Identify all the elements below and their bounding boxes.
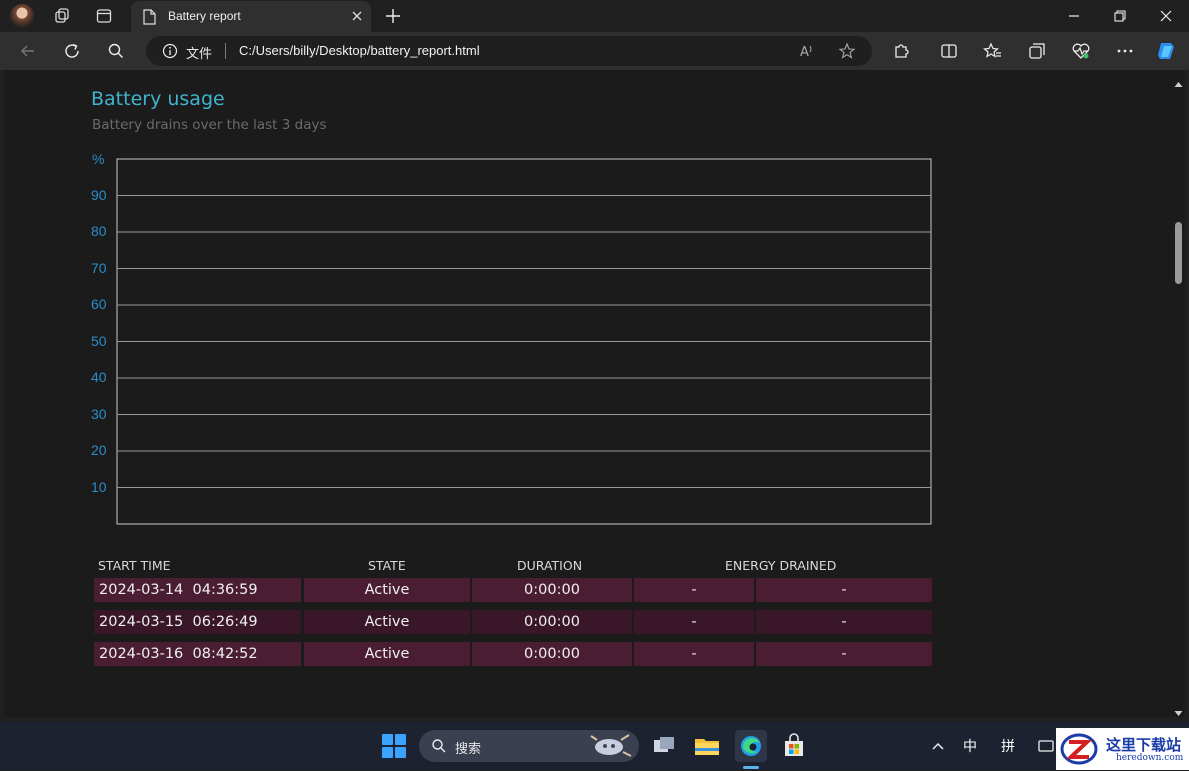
start-time-cell: 2024-03-14 04:36:59 xyxy=(94,578,301,602)
energy-percent-cell: - xyxy=(634,610,754,634)
energy-mwh-cell: - xyxy=(756,578,932,602)
start-date: 2024-03-15 xyxy=(99,614,184,630)
display-icon[interactable] xyxy=(1036,730,1056,762)
taskbar: 搜索 中 拼 xyxy=(0,722,1189,770)
edge-browser-icon[interactable] xyxy=(735,730,767,762)
url-divider xyxy=(225,43,226,59)
taskbar-search[interactable]: 搜索 xyxy=(419,730,639,762)
more-options-icon[interactable] xyxy=(1115,41,1135,61)
state-cell: Active xyxy=(304,642,470,666)
ime-mode-indicator[interactable]: 拼 xyxy=(1001,736,1015,756)
favorites-icon[interactable] xyxy=(983,41,1003,61)
svg-text:A: A xyxy=(800,45,809,60)
start-time-cell: 2024-03-15 06:26:49 xyxy=(94,610,301,634)
info-icon[interactable] xyxy=(162,43,178,59)
search-icon[interactable] xyxy=(106,41,126,61)
refresh-icon[interactable] xyxy=(62,41,82,61)
energy-percent-cell: - xyxy=(634,578,754,602)
start-time-cell: 2024-03-16 08:42:52 xyxy=(94,642,301,666)
active-app-indicator xyxy=(743,766,759,769)
y-tick-label: 40 xyxy=(91,369,107,385)
site-watermark: 这里下载站 heredown.com xyxy=(1056,728,1189,770)
energy-mwh-cell: - xyxy=(756,642,932,666)
watermark-title: 这里下载站 xyxy=(1106,736,1182,754)
y-tick-label: 50 xyxy=(91,332,107,349)
table-row: 2024-03-15 06:26:49 Active 0:00:00 - - xyxy=(94,610,932,634)
duration-cell: 0:00:00 xyxy=(472,610,632,634)
chart-plot-area xyxy=(116,158,932,525)
battery-usage-chart: % 90 80 70 60 50 40 30 20 10 xyxy=(4,70,1172,540)
split-screen-icon[interactable] xyxy=(939,41,959,61)
profile-avatar[interactable] xyxy=(10,4,34,28)
search-icon xyxy=(431,738,447,758)
table-row: 2024-03-16 08:42:52 Active 0:00:00 - - xyxy=(94,642,932,666)
copilot-icon[interactable] xyxy=(1155,39,1179,63)
scrollbar-thumb[interactable] xyxy=(1175,222,1182,284)
restore-button[interactable] xyxy=(1110,6,1130,26)
collections-icon[interactable] xyxy=(1027,41,1047,61)
watermark-logo-icon xyxy=(1059,731,1099,767)
watermark-domain: heredown.com xyxy=(1116,753,1184,763)
scroll-down-arrow-icon[interactable] xyxy=(1174,703,1183,716)
start-time: 08:42:52 xyxy=(192,646,258,662)
back-icon[interactable] xyxy=(18,41,38,61)
y-tick-label: 60 xyxy=(91,296,107,312)
start-time: 06:26:49 xyxy=(192,614,258,630)
start-time: 04:36:59 xyxy=(192,582,258,598)
page-icon xyxy=(143,9,156,29)
ime-language-indicator[interactable]: 中 xyxy=(963,736,977,756)
search-label: 搜索 xyxy=(455,742,482,757)
file-explorer-icon[interactable] xyxy=(691,730,723,762)
microsoft-store-icon[interactable] xyxy=(778,730,810,762)
tab-battery-report[interactable]: Battery report xyxy=(131,1,371,32)
workspaces-icon[interactable] xyxy=(52,6,72,26)
y-tick-label: 80 xyxy=(91,223,107,239)
new-tab-button[interactable] xyxy=(383,6,403,26)
start-button[interactable] xyxy=(382,734,406,758)
page-viewport: Battery usage Battery drains over the la… xyxy=(4,70,1172,717)
y-tick-label: 70 xyxy=(91,259,107,276)
favorite-star-icon[interactable] xyxy=(838,42,856,60)
start-date: 2024-03-14 xyxy=(99,582,184,598)
tray-chevron-up-icon[interactable] xyxy=(928,730,948,762)
y-tick-label: 30 xyxy=(91,405,107,422)
header-duration: DURATION xyxy=(517,558,583,573)
state-cell: Active xyxy=(304,610,470,634)
header-state: STATE xyxy=(368,558,406,573)
y-tick-label: 10 xyxy=(91,478,107,495)
title-bar: Battery report xyxy=(0,0,1189,32)
duration-cell: 0:00:00 xyxy=(472,578,632,602)
close-tab-icon[interactable] xyxy=(349,8,365,24)
read-aloud-icon[interactable]: A xyxy=(798,42,816,60)
tab-title: Battery report xyxy=(168,9,241,23)
duration-cell: 0:00:00 xyxy=(472,642,632,666)
start-date: 2024-03-16 xyxy=(99,646,184,662)
page-scrollbar[interactable] xyxy=(1172,70,1185,717)
header-start-time: START TIME xyxy=(98,558,171,573)
energy-percent-cell: - xyxy=(634,642,754,666)
close-window-button[interactable] xyxy=(1156,6,1176,26)
url-protocol-label: 文件 xyxy=(186,47,213,62)
table-row: 2024-03-14 04:36:59 Active 0:00:00 - - xyxy=(94,578,932,602)
y-tick-label: 90 xyxy=(91,186,107,203)
energy-mwh-cell: - xyxy=(756,610,932,634)
browser-essentials-icon[interactable] xyxy=(1071,41,1091,61)
extensions-icon[interactable] xyxy=(891,41,911,61)
task-view-icon[interactable] xyxy=(648,730,680,762)
y-tick-label: 20 xyxy=(91,442,107,458)
url-text[interactable]: C:/Users/billy/Desktop/battery_report.ht… xyxy=(239,43,480,58)
address-bar[interactable]: 文件 C:/Users/billy/Desktop/battery_report… xyxy=(146,36,872,66)
scroll-up-arrow-icon[interactable] xyxy=(1174,74,1183,87)
search-highlight-icon xyxy=(587,732,633,760)
header-energy-drained: ENERGY DRAINED xyxy=(725,558,837,573)
state-cell: Active xyxy=(304,578,470,602)
navigation-bar: 文件 C:/Users/billy/Desktop/battery_report… xyxy=(0,32,1189,70)
tab-actions-icon[interactable] xyxy=(94,6,114,26)
minimize-button[interactable] xyxy=(1064,6,1084,26)
